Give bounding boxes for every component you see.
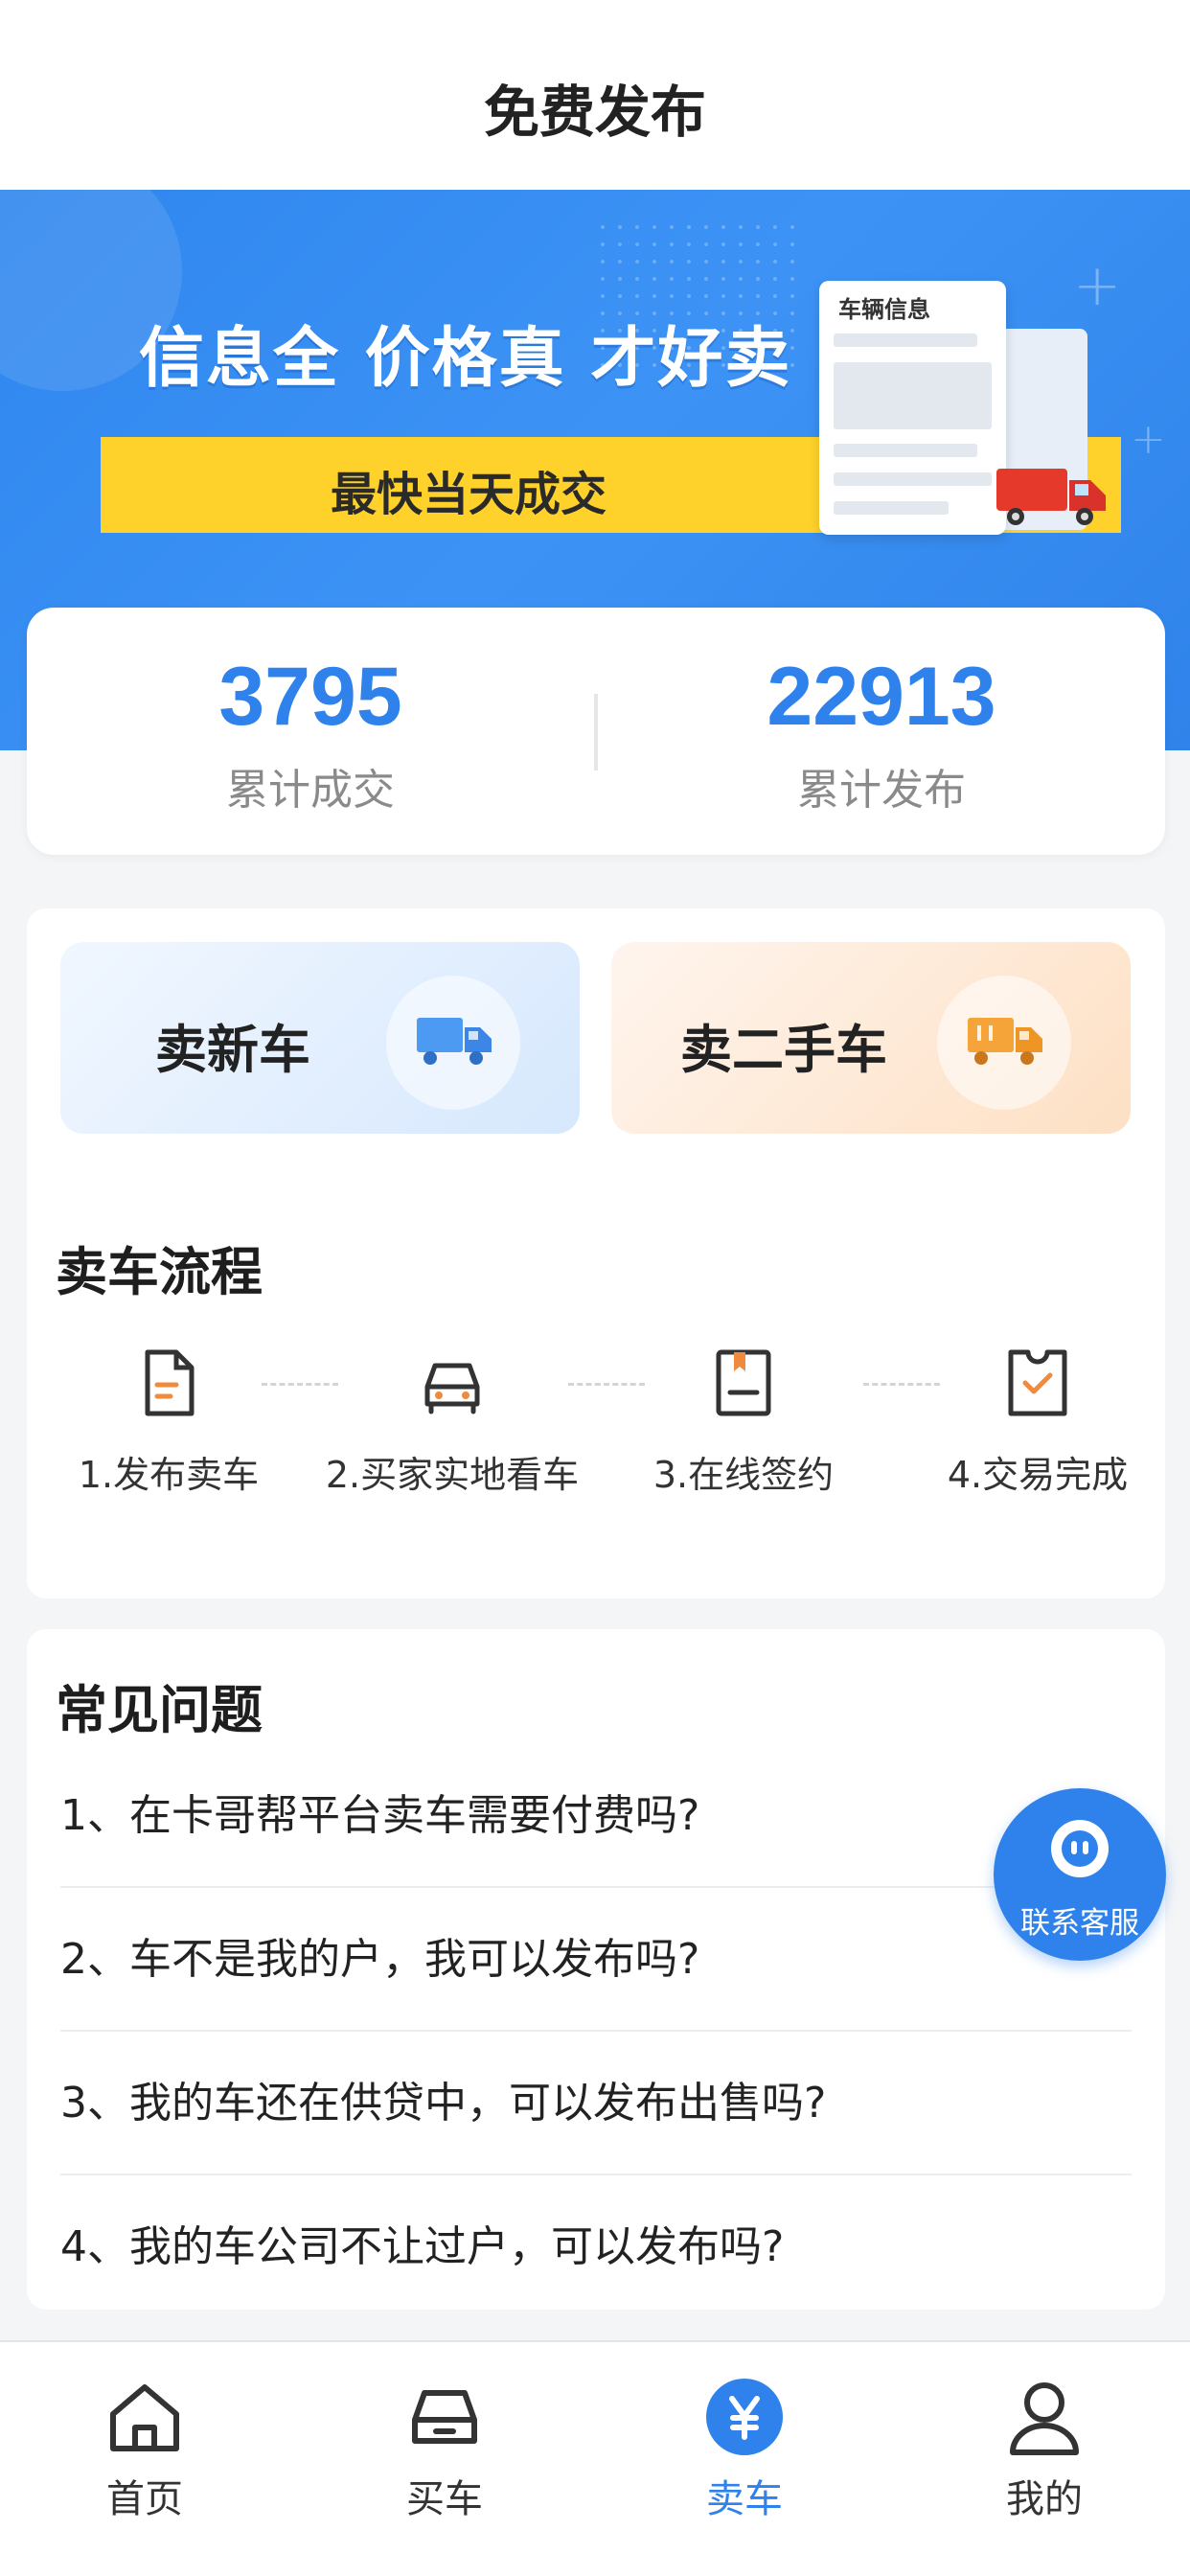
tab-sell-car[interactable]: 卖车 [625,2376,864,2523]
home-icon [110,2384,179,2451]
step-sign: 3.在线签约 [600,1345,887,1498]
tab-label: 我的 [1006,2477,1083,2521]
vehicle-info-illustration: 车辆信息 [819,281,1006,535]
tab-label: 卖车 [706,2477,783,2521]
step-inspect: 2.买家实地看车 [309,1345,596,1498]
faq-item[interactable]: 2、车不是我的户，我可以发布吗? [60,1888,1132,2032]
tab-label: 首页 [106,2477,183,2521]
step-publish: 1.发布卖车 [25,1345,312,1498]
sell-used-car-button[interactable]: 卖二手车 [611,942,1131,1134]
process-steps: 1.发布卖车 2.买家实地看车 3.在线签约 4.交易完成 [27,1345,1165,1517]
user-icon [1010,2382,1079,2455]
tab-label: 买车 [406,2477,483,2521]
step-label: 3.在线签约 [652,1454,835,1496]
stat-deals: 3795 累计成交 [119,656,502,816]
tab-buy-car[interactable]: 买车 [325,2376,564,2523]
nav-header: 免费发布 [0,0,1190,190]
bottom-tab-bar: 首页 买车 卖车 我的 [0,2340,1190,2576]
step-label: 1.发布卖车 [78,1454,260,1496]
step-complete: 4.交易完成 [894,1345,1181,1498]
banner-subline: 最快当天成交 [331,468,607,521]
doc-line [834,501,949,515]
doc-title: 车辆信息 [838,296,930,323]
car-icon [412,2390,477,2444]
banner-headline: 信息全 价格真 才好卖 [139,321,792,397]
sell-new-car-button[interactable]: 卖新车 [60,942,580,1134]
document-icon [145,1349,195,1416]
faq-section: 常见问题 1、在卡哥帮平台卖车需要付费吗? 2、车不是我的户，我可以发布吗? 3… [27,1629,1165,2310]
stat-posts: 22913 累计发布 [690,656,1073,816]
decor-plus-icon: + [1131,415,1166,464]
stats-card: 3795 累计成交 22913 累计发布 [27,608,1165,855]
stat-value: 22913 [767,651,996,743]
tab-mine[interactable]: 我的 [925,2376,1164,2523]
stat-label: 累计成交 [226,766,395,815]
faq-item[interactable]: 1、在卡哥帮平台卖车需要付费吗? [60,1744,1132,1888]
faq-title: 常见问题 [27,1668,263,1743]
chat-bot-icon [1051,1820,1109,1877]
faq-title-text: 常见问题 [56,1680,263,1740]
customer-service-label: 联系客服 [1020,1906,1139,1941]
process-title-text: 卖车流程 [56,1242,263,1302]
stat-value: 3795 [218,651,402,743]
process-title: 卖车流程 [27,1230,263,1305]
contract-icon [716,1349,771,1416]
faq-item[interactable]: 4、我的车公司不让过户，可以发布吗? [60,2175,1132,2319]
yuan-icon [706,2379,783,2455]
red-truck-icon [996,469,1106,525]
sell-section: 卖新车 卖二手车 卖车流程 1.发布卖车 2.买家实地看车 3.在线签约 4.交… [27,908,1165,1598]
doc-line [834,472,992,486]
blue-truck-icon [417,1018,492,1065]
orange-truck-icon [968,1018,1042,1065]
doc-line [834,444,977,457]
page-title: 免费发布 [483,80,706,145]
sell-new-car-label: 卖新车 [155,1020,310,1080]
doc-block [834,362,992,429]
stats-divider [594,694,598,770]
faq-item[interactable]: 3、我的车还在供贷中，可以发布出售吗? [60,2032,1132,2175]
sell-used-car-label: 卖二手车 [680,1020,887,1080]
car-icon [424,1363,480,1414]
stat-label: 累计发布 [797,766,966,815]
decor-plus-icon: + [1073,252,1122,319]
doc-line [834,334,977,347]
customer-service-button[interactable]: 联系客服 [994,1788,1166,1961]
step-label: 4.交易完成 [947,1454,1129,1496]
check-icon [1008,1349,1067,1416]
tab-home[interactable]: 首页 [25,2376,264,2523]
step-label: 2.买家实地看车 [325,1454,580,1496]
